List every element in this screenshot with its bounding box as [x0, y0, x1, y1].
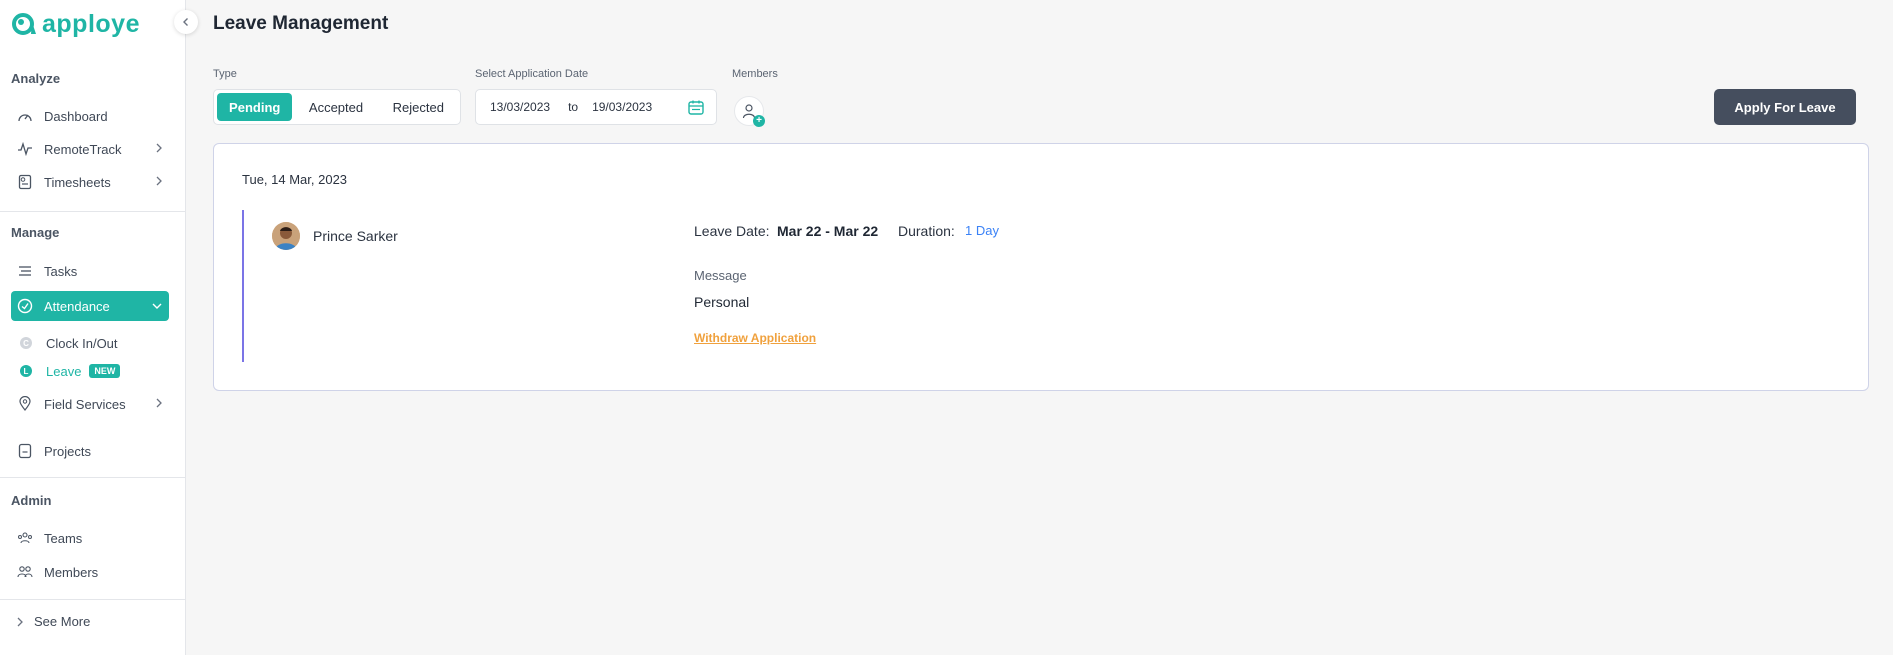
tasks-icon [16, 262, 34, 280]
new-badge: NEW [89, 364, 121, 378]
clock-icon: C [20, 337, 32, 349]
type-segmented-control: Pending Accepted Rejected [213, 89, 461, 125]
avatar [272, 222, 300, 250]
divider [0, 477, 186, 478]
see-more-label: See More [34, 614, 91, 629]
activity-icon [16, 140, 34, 158]
apply-for-leave-button[interactable]: Apply For Leave [1714, 89, 1856, 125]
sidebar-item-label: Attendance [44, 298, 110, 314]
sidebar-item-teams[interactable]: Teams [11, 523, 169, 553]
sidebar: apploye Analyze Dashboard RemoteTrack Ti… [0, 0, 198, 655]
members-icon [16, 563, 34, 581]
sidebar-item-tasks[interactable]: Tasks [11, 256, 169, 286]
employee-name: Prince Sarker [313, 228, 398, 244]
leave-date-label: Leave Date: [694, 223, 770, 239]
sidebar-item-dashboard[interactable]: Dashboard [11, 101, 169, 131]
chevron-left-icon [183, 18, 188, 26]
type-tab-rejected[interactable]: Rejected [380, 93, 457, 121]
sidebar-subitem-leave[interactable]: L Leave NEW [20, 361, 121, 381]
brand-logo[interactable]: apploye [12, 10, 140, 38]
projects-icon [16, 442, 34, 460]
sidebar-item-timesheets[interactable]: Timesheets [11, 167, 169, 197]
member-select-button[interactable]: + [734, 96, 765, 127]
sidebar-subitem-label: Leave [46, 363, 82, 379]
calendar-icon[interactable] [688, 100, 704, 115]
leave-icon: L [20, 365, 32, 377]
chevron-down-icon [152, 303, 162, 309]
chevron-right-icon [156, 398, 162, 408]
sidebar-item-field-services[interactable]: Field Services [11, 389, 169, 419]
withdraw-application-link[interactable]: Withdraw Application [694, 331, 816, 345]
section-manage: Manage [11, 225, 60, 240]
type-filter-label: Type [213, 68, 237, 80]
sidebar-item-attendance[interactable]: Attendance [11, 291, 169, 321]
sidebar-subitem-label: Clock In/Out [46, 335, 118, 351]
page-title: Leave Management [213, 13, 389, 34]
sidebar-item-remotetrack[interactable]: RemoteTrack [11, 134, 169, 164]
dashboard-icon [16, 107, 34, 125]
duration-label: Duration: [898, 223, 955, 239]
sidebar-item-label: Field Services [44, 396, 126, 412]
sidebar-item-label: Projects [44, 443, 91, 459]
message-value: Personal [694, 294, 750, 310]
message-label: Message [694, 268, 747, 283]
date-separator: to [568, 100, 579, 114]
sidebar-item-label: Members [44, 564, 99, 580]
leave-application-card: Tue, 14 Mar, 2023 Prince Sarker Leave Da… [213, 143, 1869, 391]
leave-date-value: Mar 22 - Mar 22 [777, 223, 879, 239]
sidebar-item-label: Timesheets [44, 174, 111, 190]
apploye-logo-icon [12, 13, 36, 35]
see-more-button[interactable]: See More [16, 614, 90, 629]
date-to[interactable]: 19/03/2023 [592, 100, 652, 114]
collapse-sidebar-button[interactable] [174, 10, 198, 34]
attendance-icon [16, 297, 34, 315]
sidebar-item-label: RemoteTrack [44, 141, 122, 157]
date-range-picker[interactable]: 13/03/2023 to 19/03/2023 [475, 89, 717, 125]
location-pin-icon [16, 395, 34, 413]
section-analyze: Analyze [11, 71, 61, 86]
type-tab-pending[interactable]: Pending [217, 93, 293, 121]
sidebar-subitem-clock[interactable]: C Clock In/Out [20, 333, 118, 353]
brand-name: apploye [42, 10, 140, 38]
section-admin: Admin [11, 493, 52, 508]
sidebar-item-members[interactable]: Members [11, 557, 169, 587]
card-accent-bar [242, 210, 244, 362]
timesheet-icon [16, 173, 34, 191]
divider [0, 211, 186, 212]
chevron-right-icon [17, 617, 23, 626]
teams-icon [16, 529, 34, 547]
sidebar-item-label: Dashboard [44, 108, 108, 124]
sidebar-item-label: Tasks [44, 263, 78, 279]
divider [0, 599, 186, 600]
chevron-right-icon [156, 143, 162, 153]
date-filter-label: Select Application Date [475, 68, 589, 80]
sidebar-item-label: Teams [44, 530, 83, 546]
duration-value: 1 Day [965, 223, 999, 238]
chevron-right-icon [156, 176, 162, 186]
type-tab-accepted[interactable]: Accepted [292, 93, 379, 121]
plus-icon: + [753, 115, 765, 127]
application-date: Tue, 14 Mar, 2023 [242, 172, 348, 187]
sidebar-item-projects[interactable]: Projects [11, 436, 169, 466]
members-filter-label: Members [732, 68, 778, 80]
date-from[interactable]: 13/03/2023 [490, 100, 550, 114]
